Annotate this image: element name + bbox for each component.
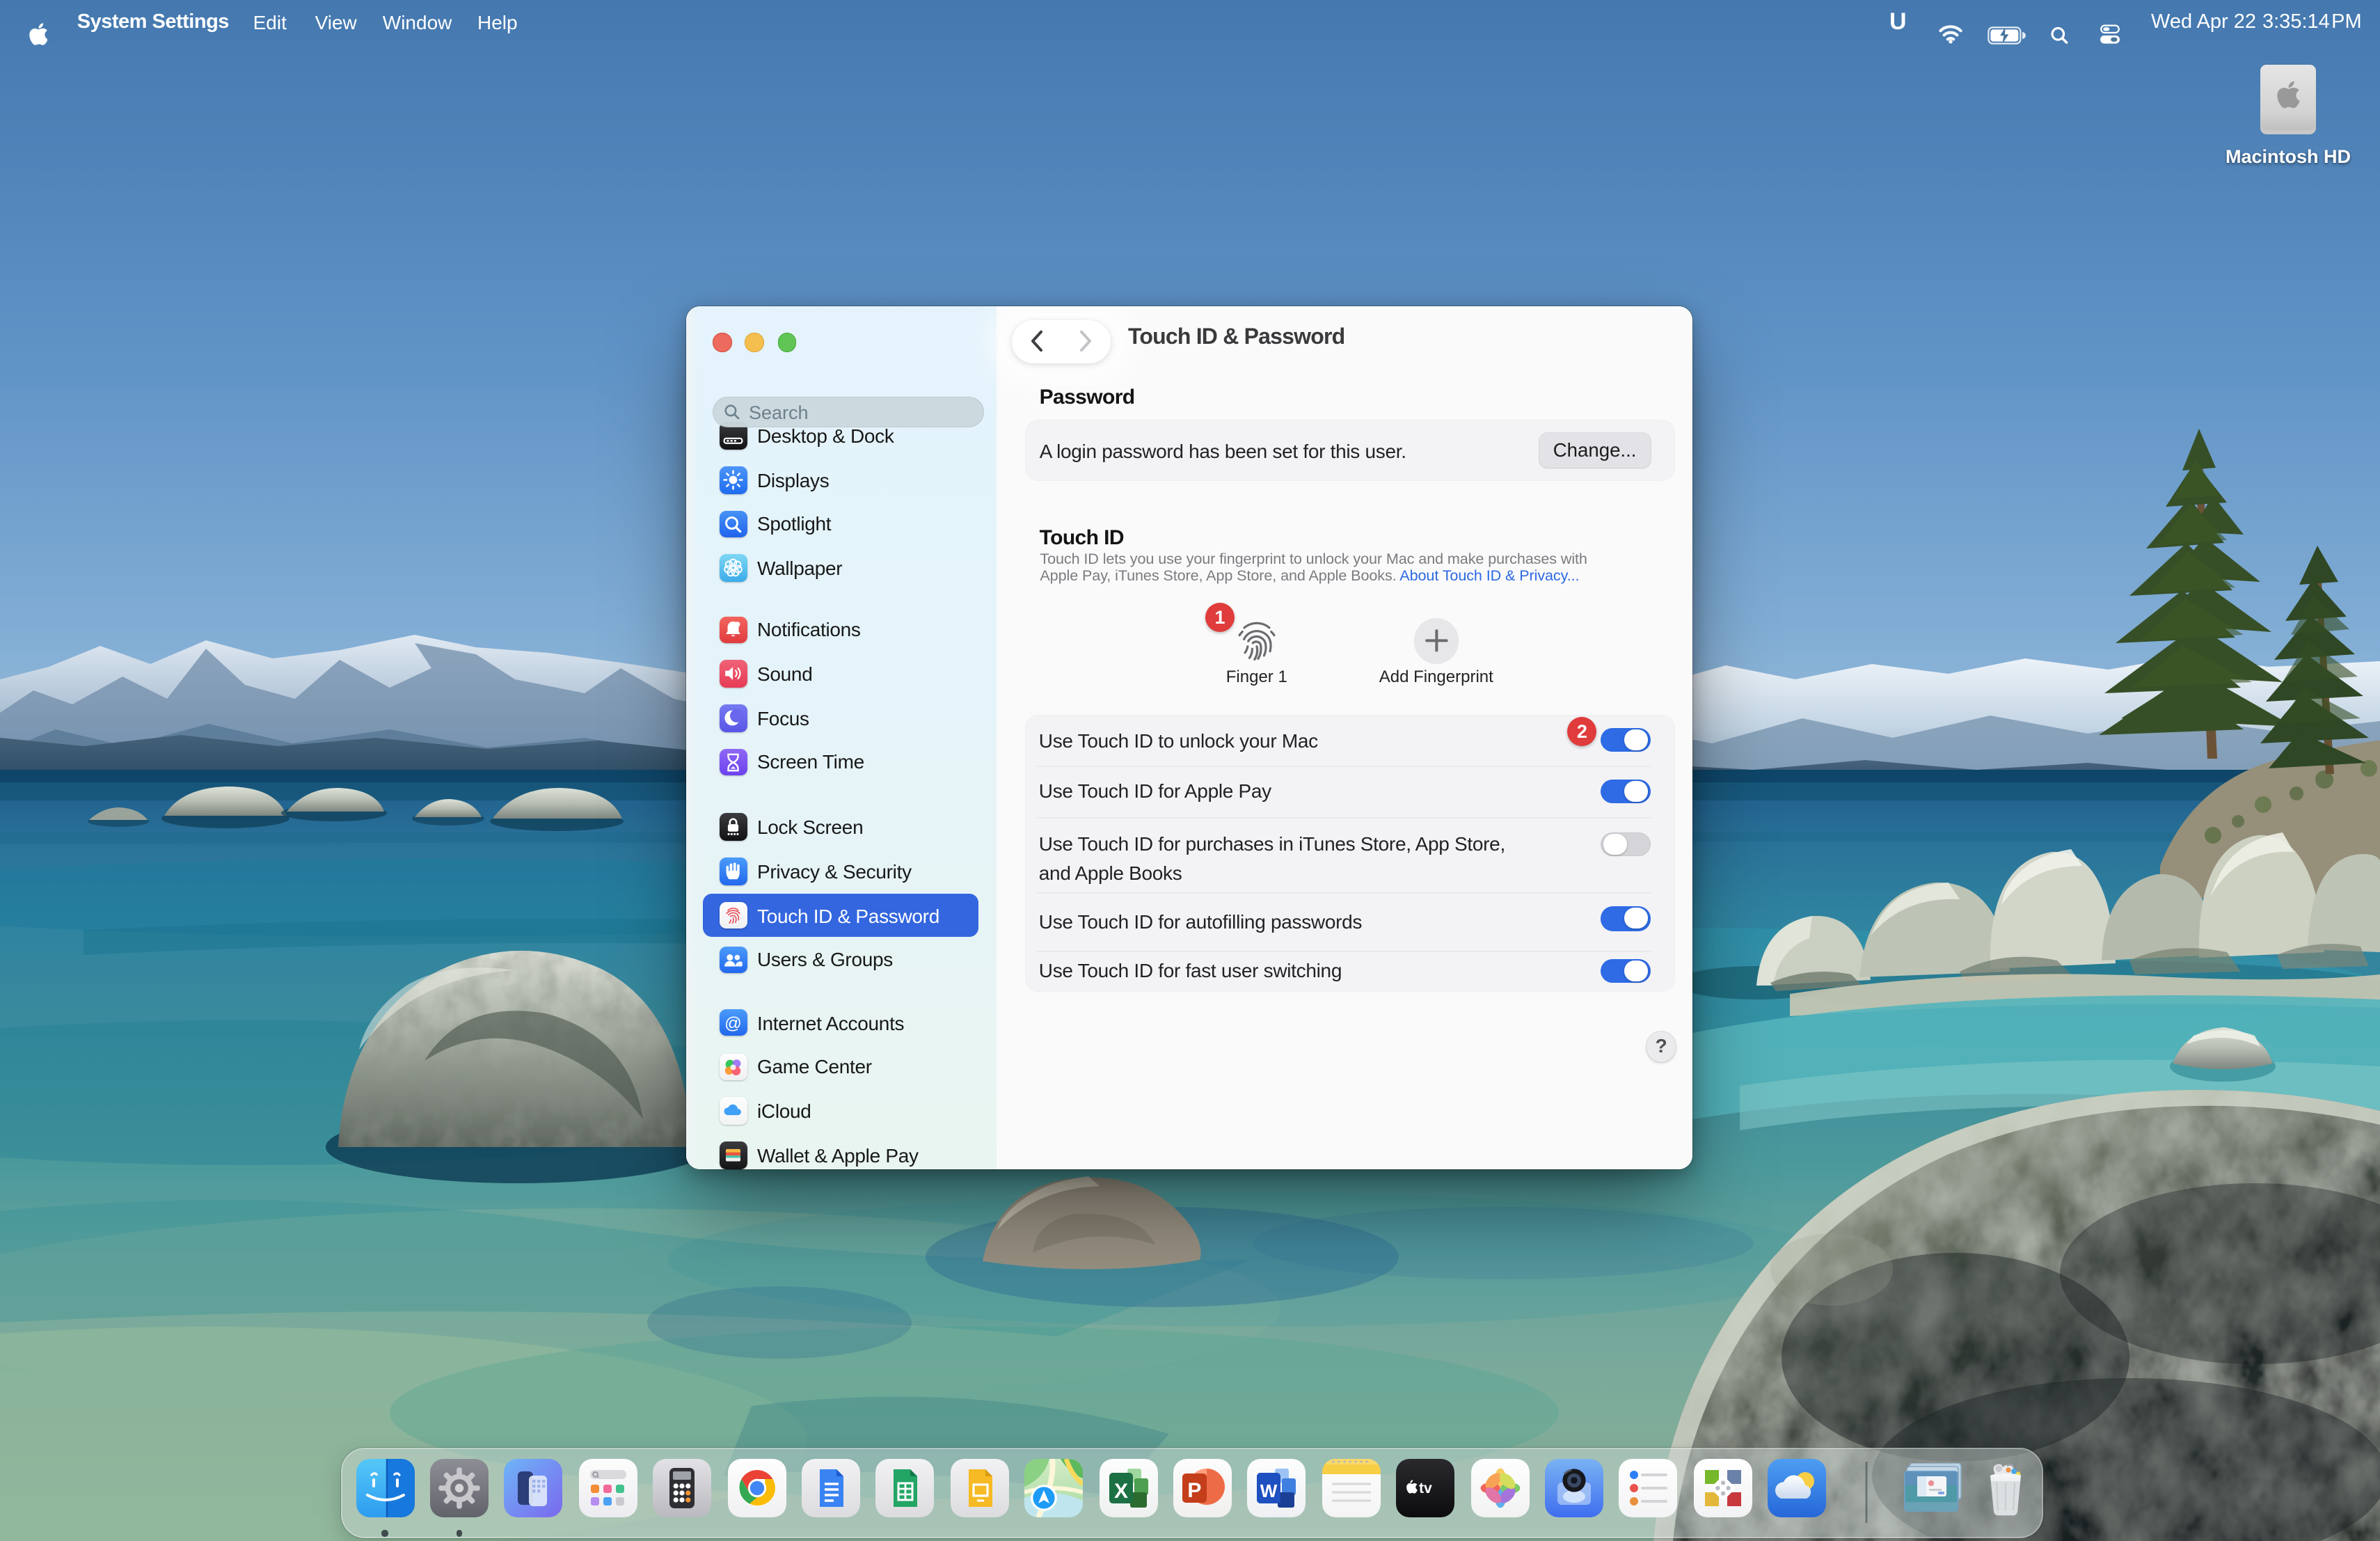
svg-text:@: @ — [724, 1014, 742, 1033]
svg-text:tv: tv — [1419, 1480, 1432, 1496]
svg-text:W: W — [1260, 1480, 1278, 1501]
svg-text:P: P — [1187, 1478, 1201, 1501]
svg-text:X: X — [1113, 1479, 1127, 1502]
